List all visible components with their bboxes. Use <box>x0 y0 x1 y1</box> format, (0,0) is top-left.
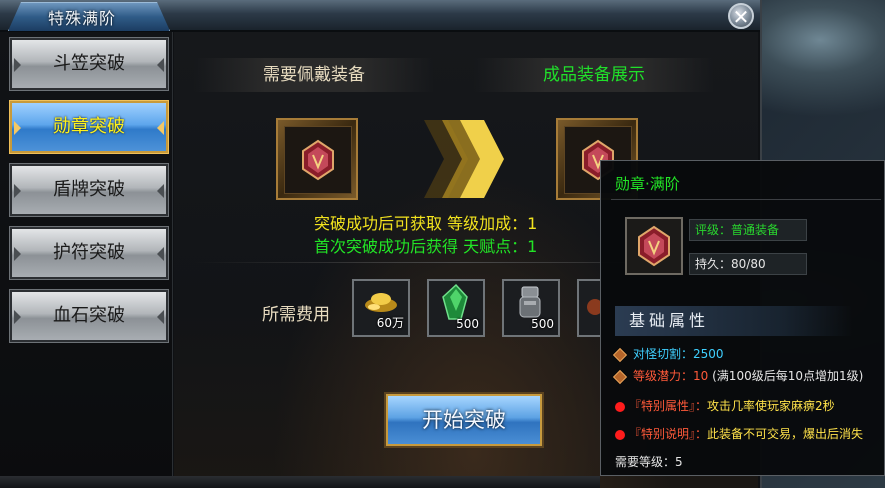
diamond-bullet-icon <box>612 347 628 362</box>
slot-inner <box>284 126 352 194</box>
sidebar-item-label: 斗笠突破 <box>53 53 125 74</box>
arrow-right-icon <box>157 121 164 135</box>
attr-monster-cut: 对怪切割：2500 <box>612 345 724 362</box>
close-button[interactable]: ✕ <box>728 3 754 29</box>
window-title: 特殊满阶 <box>48 9 117 28</box>
sidebar: 斗笠突破 勋章突破 盾牌突破 护符突破 血石突破 <box>0 32 173 488</box>
cost-amount: 500 <box>531 317 554 331</box>
special-attribute: 『特别属性』：攻击几率使玩家麻痹2秒 <box>615 397 835 414</box>
cost-label: 所需费用 <box>262 305 330 325</box>
attr-value: 10 <box>693 369 709 383</box>
diamond-bullet-icon <box>612 369 628 384</box>
tooltip-item-slot <box>625 217 683 275</box>
special-text: 此装备不可交易，爆出后消失 <box>707 427 864 441</box>
start-break-button[interactable]: 开始突破 <box>384 392 544 448</box>
arrow-left-icon <box>14 58 21 72</box>
red-dot-icon <box>615 401 625 412</box>
attr-value: 2500 <box>693 347 724 361</box>
chevron-arrows-icon <box>424 120 504 198</box>
arrow-right-icon <box>157 247 164 261</box>
arrow-right-icon <box>157 310 164 324</box>
result-display-header: 成品装备展示 <box>474 58 714 92</box>
sidebar-item-label: 勋章突破 <box>53 116 125 137</box>
talent-point-text: 首次突破成功后获得 天赋点：1 <box>314 237 538 256</box>
grade-field: 评级：普通装备 <box>689 219 807 241</box>
cost-item-gauntlet[interactable]: 500 <box>502 279 560 337</box>
sidebar-item-label: 护符突破 <box>53 242 125 263</box>
arrow-right-icon <box>157 58 164 72</box>
red-dot-icon <box>615 429 625 440</box>
base-attributes-header: 基础属性 <box>615 306 853 336</box>
tooltip-title: 勋章·满阶 <box>615 175 680 193</box>
special-label: 『特别属性』： <box>629 399 708 413</box>
arrow-left-icon <box>14 121 21 135</box>
title-bar: 特殊满阶 ✕ <box>0 0 760 32</box>
arrow-right-icon <box>157 184 164 198</box>
cost-amount: 60万 <box>376 316 404 330</box>
arrow-left-icon <box>14 247 21 261</box>
special-note: 『特别说明』：此装备不可交易，爆出后消失 <box>615 425 863 442</box>
cost-item-partial[interactable] <box>577 279 603 337</box>
attr-label: 对怪切割： <box>633 347 694 361</box>
medal-icon <box>638 225 670 267</box>
sidebar-item-label: 盾牌突破 <box>53 179 125 200</box>
sidebar-item-shield-break[interactable]: 盾牌突破 <box>9 163 169 217</box>
required-level: 需要等级：5 <box>615 455 683 469</box>
medal-icon <box>302 139 334 181</box>
attr-level-potential: 等级潜力：10 (满100级后每10点增加1级) <box>612 367 864 384</box>
item-icon <box>587 299 603 315</box>
cost-item-green-gem[interactable]: 500 <box>427 279 485 337</box>
item-tooltip: 勋章·满阶 评级：普通装备 持久：80/80 基础属性 对怪切割：2500 等级… <box>600 160 885 476</box>
sidebar-item-hat-break[interactable]: 斗笠突破 <box>9 37 169 91</box>
required-equipment-slot[interactable] <box>276 118 358 200</box>
sidebar-item-label: 血石突破 <box>53 305 125 326</box>
divider <box>611 199 881 200</box>
attr-label: 等级潜力： <box>633 369 694 383</box>
bottom-frame <box>0 476 600 488</box>
sidebar-item-medal-break[interactable]: 勋章突破 <box>9 100 169 154</box>
special-label: 『特别说明』： <box>629 427 708 441</box>
required-equipment-header: 需要佩戴装备 <box>194 58 434 92</box>
level-bonus-text: 突破成功后可获取 等级加成：1 <box>314 214 538 233</box>
sidebar-item-bloodstone-break[interactable]: 血石突破 <box>9 289 169 343</box>
arrow-left-icon <box>14 310 21 324</box>
attr-note: (满100级后每10点增加1级) <box>712 369 864 383</box>
durability-field: 持久：80/80 <box>689 253 807 275</box>
cost-item-gold[interactable]: 60万 <box>352 279 410 337</box>
cost-amount: 500 <box>456 317 479 331</box>
arrow-left-icon <box>14 184 21 198</box>
special-text: 攻击几率使玩家麻痹2秒 <box>707 399 835 413</box>
sidebar-item-amulet-break[interactable]: 护符突破 <box>9 226 169 280</box>
